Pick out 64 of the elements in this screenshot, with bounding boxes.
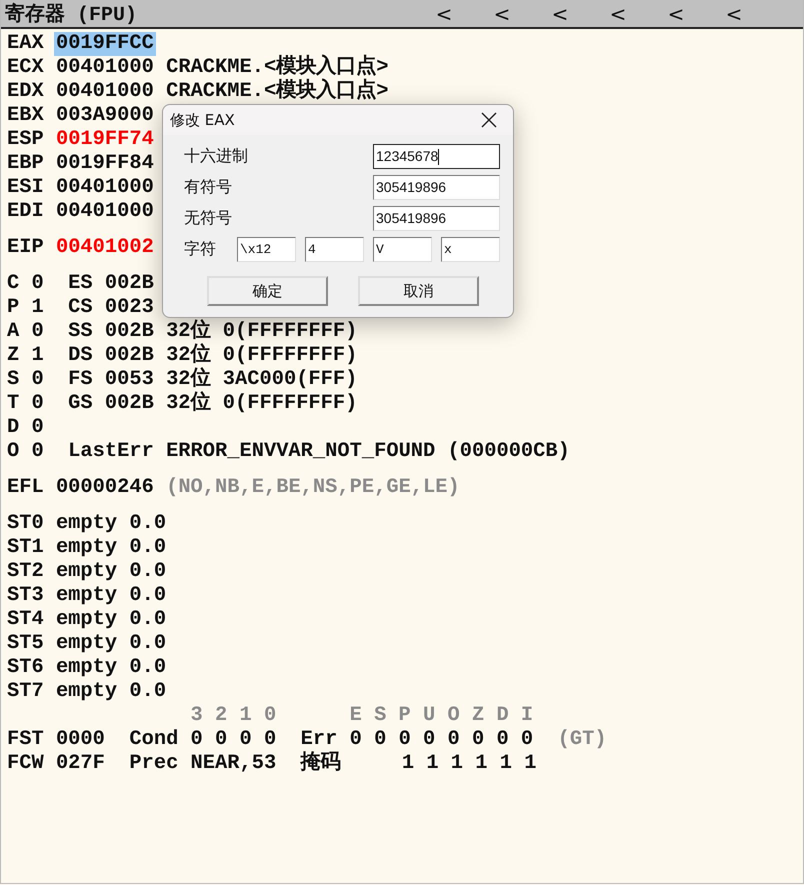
register-text: FCW 027F Prec NEAR,53 掩码 1 1 1 1 1 1 bbox=[7, 752, 536, 776]
register-text: ST2 empty 0.0 bbox=[7, 560, 166, 584]
dialog-title: 修改 EAX bbox=[170, 110, 235, 130]
register-text: ST3 empty 0.0 bbox=[7, 584, 166, 608]
input-field[interactable]: 305419896 bbox=[373, 175, 500, 200]
register-text: EAX bbox=[7, 32, 44, 56]
register-text: O 0 LastErr ERROR_ENVVAR_NOT_FOUND (000000CB) bbox=[7, 440, 570, 464]
register-text: ECX bbox=[7, 56, 44, 80]
register-text: 0019FF74 bbox=[56, 128, 154, 152]
register-text: ST7 empty 0.0 bbox=[7, 680, 166, 704]
register-text: D 0 bbox=[7, 416, 44, 440]
input-field[interactable]: x bbox=[441, 237, 500, 262]
close-icon[interactable] bbox=[481, 112, 497, 128]
register-text: ST5 empty 0.0 bbox=[7, 632, 166, 656]
register-text: FST 0000 Cond 0 0 0 0 Err 0 0 0 0 0 0 0 0 bbox=[7, 728, 534, 751]
register-text: (NO,NB,E,BE,NS,PE,GE,LE) bbox=[166, 476, 460, 500]
field-label: 字符 bbox=[184, 239, 216, 260]
collapse-arrow[interactable]: < bbox=[415, 2, 473, 26]
register-text: S 0 FS 0053 32位 3AC000(FFF) bbox=[7, 368, 358, 391]
register-text: 0019FF84 bbox=[56, 152, 154, 176]
register-text: ST0 empty 0.0 bbox=[7, 512, 166, 536]
register-text: ST1 empty 0.0 bbox=[7, 536, 166, 560]
input-field[interactable]: 12345678 bbox=[373, 144, 500, 169]
register-text: 00401002 bbox=[56, 236, 154, 260]
register-text: 3 2 1 0 E S P U O Z D I bbox=[190, 704, 534, 728]
register-text: ESP bbox=[7, 128, 44, 152]
register-text: 00401000 bbox=[56, 56, 154, 80]
field-label: 无符号 bbox=[184, 208, 232, 229]
input-field[interactable]: V bbox=[373, 237, 432, 262]
input-field[interactable]: \x12 bbox=[237, 237, 296, 262]
register-text: EBX bbox=[7, 104, 44, 128]
panel-title: 寄存器 (FPU) bbox=[5, 2, 138, 27]
register-text: 00401000 bbox=[56, 200, 154, 224]
register-text: EDI bbox=[7, 200, 44, 224]
field-label: 有符号 bbox=[184, 177, 232, 198]
collapse-arrow[interactable]: < bbox=[589, 2, 647, 26]
register-text: ST6 empty 0.0 bbox=[7, 656, 166, 680]
register-text: (GT) bbox=[556, 728, 607, 752]
dialog-button[interactable]: 取消 bbox=[358, 276, 479, 306]
input-field[interactable]: 305419896 bbox=[373, 206, 500, 231]
register-text: ST4 empty 0.0 bbox=[7, 608, 166, 632]
selected-value[interactable]: 0019FFCC bbox=[54, 32, 156, 56]
register-text: CRACKME.<模块入口点> bbox=[166, 80, 388, 104]
register-text: EDX bbox=[7, 80, 44, 104]
register-text: 00401000 bbox=[56, 176, 154, 200]
register-text: EIP bbox=[7, 236, 44, 260]
register-text: C 0 ES 002B bbox=[7, 272, 154, 296]
register-text: CRACKME.<模块入口点> bbox=[166, 56, 388, 79]
register-text: A 0 SS 002B 32位 0(FFFFFFFF) bbox=[7, 320, 358, 343]
register-text: EFL 00000246 bbox=[7, 476, 154, 500]
register-text: T 0 GS 002B 32位 0(FFFFFFFF) bbox=[7, 392, 358, 416]
collapse-arrow[interactable]: < bbox=[473, 2, 531, 26]
collapse-arrow[interactable]: < bbox=[647, 2, 705, 26]
collapse-arrow[interactable]: < bbox=[705, 2, 763, 26]
register-text: ESI bbox=[7, 176, 44, 200]
register-text: 003A9000 bbox=[56, 104, 154, 128]
field-label: 十六进制 bbox=[184, 146, 248, 167]
collapse-arrow[interactable]: < bbox=[531, 2, 589, 26]
register-text: 00401000 bbox=[56, 80, 154, 104]
register-text: EBP bbox=[7, 152, 44, 176]
register-text: P 1 CS 0023 bbox=[7, 296, 154, 320]
input-field[interactable]: 4 bbox=[305, 237, 364, 262]
register-text: Z 1 DS 002B 32位 0(FFFFFFFF) bbox=[7, 344, 358, 367]
dialog-button[interactable]: 确定 bbox=[207, 276, 328, 306]
